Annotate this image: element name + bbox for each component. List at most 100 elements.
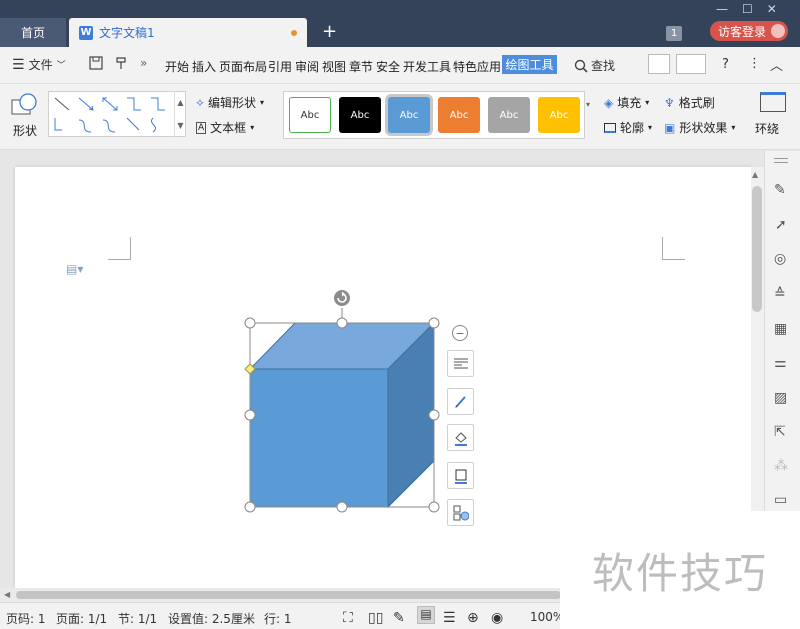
avatar-icon xyxy=(771,24,785,38)
styles-more-icon[interactable]: ▾ xyxy=(586,100,590,109)
style-swatch[interactable]: Abc xyxy=(538,97,580,133)
guest-login-button[interactable]: 访客登录 xyxy=(710,21,788,41)
style-swatch[interactable]: Abc xyxy=(488,97,530,133)
shape-effect-button[interactable]: ▣ 形状效果 ▾ xyxy=(664,119,735,136)
save-icon[interactable] xyxy=(88,55,104,71)
scroll-left-icon[interactable]: ◀ xyxy=(4,590,10,599)
paste-options-icon[interactable]: ▤▾ xyxy=(66,262,83,276)
web-view-icon[interactable]: ⊕ xyxy=(467,610,479,626)
collaborate-icon[interactable] xyxy=(676,54,706,74)
scroll-down-icon: ▼ xyxy=(177,121,184,130)
status-section[interactable]: 节: 1/1 xyxy=(118,610,157,627)
scroll-up-icon[interactable]: ▲ xyxy=(752,170,758,179)
format-brush-button[interactable]: ♆ 格式刷 xyxy=(664,94,715,111)
text-style-icon[interactable]: ≙ xyxy=(774,286,786,302)
shape-arrange-button[interactable] xyxy=(447,499,474,526)
fullscreen-icon[interactable]: ⛶ xyxy=(343,610,353,626)
export-icon[interactable]: ⇱ xyxy=(774,424,786,440)
status-page-code[interactable]: 页码: 1 xyxy=(6,610,46,627)
status-pages[interactable]: 页面: 1/1 xyxy=(56,610,107,627)
shape-fill-button[interactable] xyxy=(447,424,474,451)
status-row[interactable]: 行: 1 xyxy=(264,610,292,627)
pen-icon[interactable]: ✎ xyxy=(774,182,786,198)
read-mode-icon[interactable]: ▯▯ xyxy=(368,610,383,626)
watermark: 软件技巧 xyxy=(560,511,800,629)
margin-mark-left xyxy=(108,237,131,260)
menu-item-review[interactable]: 审阅 xyxy=(295,58,319,75)
text-box-label: 文本框 xyxy=(210,121,247,135)
tab-document[interactable]: W 文字文稿1 xyxy=(69,18,307,47)
shape-effect-icon: ▣ xyxy=(664,120,676,135)
menu-item-reference[interactable]: 引用 xyxy=(268,58,292,75)
help-icon[interactable]: ? xyxy=(722,57,729,72)
minimize-button[interactable]: — xyxy=(716,2,728,16)
picture-icon[interactable]: ▨ xyxy=(774,390,787,406)
style-swatch[interactable]: Abc xyxy=(388,97,430,133)
menu-item-security[interactable]: 安全 xyxy=(376,58,400,75)
shape-outline-button[interactable] xyxy=(447,462,474,489)
menu-item-layout[interactable]: 页面布局 xyxy=(219,58,267,75)
close-button[interactable]: ✕ xyxy=(767,2,777,16)
sidebar-menu-icon[interactable] xyxy=(774,158,788,163)
cube-shape[interactable] xyxy=(240,288,445,518)
page-view-icon[interactable]: ▤ xyxy=(417,606,435,624)
eye-protection-icon[interactable]: ◉ xyxy=(491,610,503,626)
shape-label: 形状 xyxy=(12,124,37,138)
shape-button[interactable]: 形状 xyxy=(6,92,44,142)
menu-item-insert[interactable]: 插入 xyxy=(192,58,216,75)
lines-gallery[interactable] xyxy=(48,91,186,137)
file-menu[interactable]: ☰ 文件 ﹀ xyxy=(12,56,66,73)
shapes-icon[interactable]: ◎ xyxy=(774,251,786,267)
archive-icon[interactable]: ▭ xyxy=(774,492,787,508)
write-mode-icon[interactable]: ✎ xyxy=(393,610,405,626)
add-tab-button[interactable]: + xyxy=(322,22,337,42)
table-icon[interactable]: ▦ xyxy=(774,321,787,337)
fill-button[interactable]: ◈ 填充 ▾ xyxy=(604,94,649,111)
shape-icon xyxy=(11,93,37,115)
more-options-icon[interactable]: ⋮ xyxy=(748,56,761,71)
horizontal-scroll-thumb[interactable] xyxy=(16,591,561,599)
chevron-down-icon: ▾ xyxy=(250,123,255,132)
maximize-button[interactable]: ☐ xyxy=(742,2,753,16)
outline-label: 轮廓 xyxy=(620,121,645,135)
format-painter-icon[interactable] xyxy=(114,55,130,71)
vertical-scroll-thumb[interactable] xyxy=(752,186,762,312)
style-swatch[interactable]: Abc xyxy=(339,97,381,133)
collapse-toolbar-icon[interactable]: − xyxy=(452,325,468,341)
scroll-up-icon: ▲ xyxy=(177,98,184,107)
hamburger-icon: ☰ xyxy=(12,56,25,73)
status-setting[interactable]: 设置值: 2.5厘米 xyxy=(168,610,255,627)
menu-item-developer[interactable]: 开发工具 xyxy=(403,58,451,75)
wrap-button[interactable]: 环绕 xyxy=(755,120,779,137)
select-arrow-icon[interactable]: ➚ xyxy=(775,217,787,233)
chevron-down-icon: ▾ xyxy=(648,123,653,132)
tab-home[interactable]: 首页 xyxy=(0,18,66,47)
menu-item-view[interactable]: 视图 xyxy=(322,58,346,75)
search-button[interactable]: 查找 xyxy=(574,57,615,74)
outline-view-icon[interactable]: ☰ xyxy=(443,610,456,626)
writer-doc-icon: W xyxy=(79,25,93,40)
window-count-badge[interactable]: 1 xyxy=(666,26,682,41)
collapse-ribbon-icon[interactable]: ︿ xyxy=(770,55,783,74)
text-box-button[interactable]: A 文本框 ▾ xyxy=(196,119,254,136)
adjust-icon[interactable]: ⚌ xyxy=(774,355,787,371)
edit-shape-icon: ⟡ xyxy=(196,95,204,109)
chevron-down-icon: ▾ xyxy=(645,98,650,107)
layout-options-button[interactable] xyxy=(447,350,474,377)
style-swatch[interactable]: Abc xyxy=(438,97,480,133)
fill-label: 填充 xyxy=(617,96,642,110)
rotate-handle-icon[interactable] xyxy=(333,289,351,307)
menu-item-special[interactable]: 特色应用 xyxy=(453,58,501,75)
menu-item-start[interactable]: 开始 xyxy=(165,58,189,75)
menu-item-chapter[interactable]: 章节 xyxy=(349,58,373,75)
style-swatch[interactable]: Abc xyxy=(289,97,331,133)
menu-item-drawing-tools[interactable]: 绘图工具 xyxy=(502,55,557,74)
format-brush-icon: ♆ xyxy=(664,95,675,110)
share-icon[interactable] xyxy=(648,54,670,74)
shape-style-button[interactable] xyxy=(447,388,474,415)
more-icon[interactable]: » xyxy=(140,56,147,70)
brush-icon xyxy=(454,395,466,408)
gallery-scroll[interactable]: ▲ ▼ xyxy=(174,91,186,137)
outline-button[interactable]: 轮廓 ▾ xyxy=(604,119,652,136)
edit-shape-button[interactable]: ⟡ 编辑形状 ▾ xyxy=(196,94,264,111)
